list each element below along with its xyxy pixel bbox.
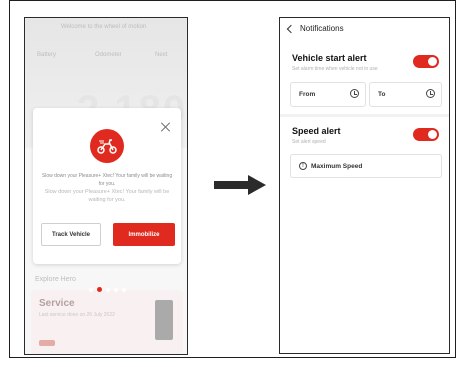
maximum-speed-field[interactable]: ! Maximum Speed bbox=[290, 154, 442, 178]
right-arrow-icon bbox=[214, 175, 266, 195]
maximum-speed-label: Maximum Speed bbox=[311, 162, 363, 170]
section-divider bbox=[280, 114, 449, 117]
to-time-field[interactable]: To bbox=[369, 82, 442, 107]
clock-icon bbox=[350, 89, 359, 98]
vehicle-start-alert-toggle[interactable] bbox=[413, 55, 439, 68]
carousel-indicator[interactable] bbox=[89, 287, 126, 292]
scooter-icon bbox=[90, 129, 124, 163]
page-title: Notifications bbox=[300, 24, 344, 33]
clock-icon bbox=[426, 89, 435, 98]
carousel-dot[interactable] bbox=[114, 287, 118, 292]
carousel-dot[interactable] bbox=[106, 287, 110, 292]
immobilize-button[interactable]: Immobilize bbox=[113, 223, 175, 246]
vehicle-start-alert-title: Vehicle start alert bbox=[292, 53, 367, 63]
speed-alert-toggle[interactable] bbox=[413, 128, 439, 141]
modal-message-ghost: Slow down your Pleasure+ Xtec! Your fami… bbox=[44, 189, 170, 203]
from-label: From bbox=[299, 91, 316, 98]
carousel-dot[interactable] bbox=[122, 287, 126, 292]
modal-message: Slow down your Pleasure+ Xtec! Your fami… bbox=[41, 173, 173, 187]
back-arrow-icon[interactable] bbox=[286, 24, 296, 33]
left-phone-screen: Welcome to the wheel of motion Battery O… bbox=[24, 17, 188, 355]
top-navigation: Notifications bbox=[286, 24, 344, 33]
info-icon: ! bbox=[299, 162, 307, 170]
speed-alert-subtitle: Set alert speed bbox=[292, 139, 326, 145]
overspeed-modal: Slow down your Pleasure+ Xtec! Your fami… bbox=[33, 108, 181, 264]
from-time-field[interactable]: From bbox=[290, 82, 366, 107]
carousel-dot[interactable] bbox=[89, 287, 93, 292]
carousel-dot-active[interactable] bbox=[97, 287, 102, 292]
to-label: To bbox=[378, 91, 386, 98]
close-icon[interactable] bbox=[160, 121, 172, 133]
speed-alert-title: Speed alert bbox=[292, 126, 341, 136]
right-phone-screen: Notifications Vehicle start alert Set al… bbox=[279, 17, 450, 354]
vehicle-start-alert-subtitle: Set alarm time when vehicle not in use bbox=[292, 66, 378, 72]
track-vehicle-button[interactable]: Track Vehicle bbox=[41, 223, 101, 246]
